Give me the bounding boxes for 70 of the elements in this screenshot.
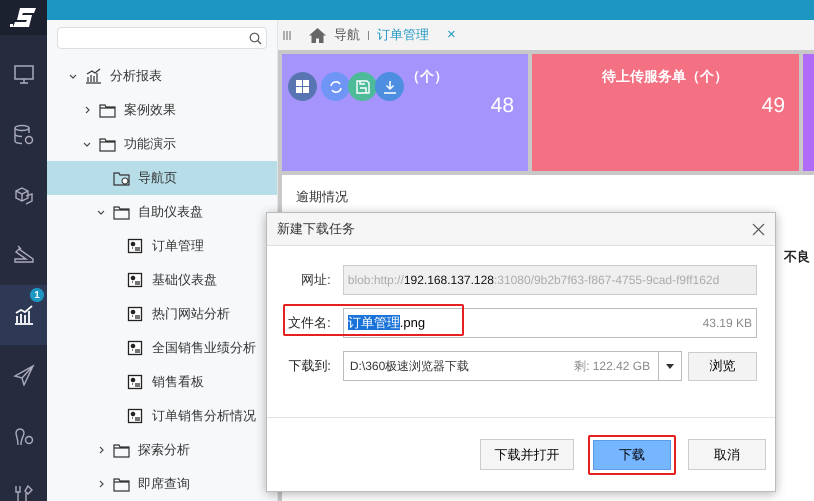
search-field[interactable] xyxy=(57,27,267,49)
folder-icon xyxy=(99,136,116,152)
filename-value: 订单管理.png xyxy=(348,314,426,332)
chevron-right-icon xyxy=(83,106,91,114)
report-icon xyxy=(127,408,144,424)
logo-icon xyxy=(10,6,38,30)
chevron-down-icon xyxy=(97,208,105,216)
folder-icon xyxy=(113,170,130,186)
folder-icon xyxy=(113,204,130,220)
refresh-icon xyxy=(328,80,342,94)
card-value: 49 xyxy=(762,93,785,119)
tree-item[interactable]: 全国销售业绩分析 xyxy=(47,331,277,365)
bar-chart-icon xyxy=(12,304,34,326)
dropdown-icon[interactable] xyxy=(666,364,674,368)
report-icon xyxy=(127,340,144,356)
save-icon xyxy=(356,80,370,94)
tree-item[interactable]: 自助仪表盘 xyxy=(47,195,277,229)
folder-icon xyxy=(113,442,130,458)
tree-item[interactable]: 分析报表 xyxy=(47,59,277,93)
monitor-icon xyxy=(12,64,34,86)
section-title: 逾期情况 xyxy=(296,189,348,204)
grid-icon xyxy=(296,80,309,93)
url-label: 网址: xyxy=(300,271,331,290)
dialog-button[interactable]: 取消 xyxy=(688,439,766,470)
card-value: 48 xyxy=(490,93,514,119)
dialog-button[interactable]: 下载并打开 xyxy=(480,439,574,470)
free-space: 剩: 122.42 GB xyxy=(574,358,652,375)
destination-combo[interactable]: D:\360极速浏览器下载 剩: 122.42 GB xyxy=(342,351,682,381)
filename-field[interactable]: 订单管理.png 43.19 KB xyxy=(342,308,757,338)
tree-item[interactable]: 基础仪表盘 xyxy=(47,263,277,297)
url-field[interactable]: blob:http://192.168.137.128:31080/9b2b7f63-f867-4755-9cad-f9ff162d xyxy=(342,265,757,295)
chevron-down-icon xyxy=(83,140,91,148)
search-icon xyxy=(249,32,262,44)
chevron-right-icon xyxy=(97,480,105,488)
file-size: 43.19 KB xyxy=(702,315,752,332)
menu-icon[interactable] xyxy=(283,30,291,40)
count-badge: 1 xyxy=(30,288,44,302)
card-title: 待上传服务单（个） xyxy=(602,67,728,86)
filename-label: 文件名: xyxy=(287,314,331,332)
tree-item[interactable]: 案例效果 xyxy=(47,93,277,127)
tree-item[interactable]: 销售看板 xyxy=(47,365,277,399)
tree-item[interactable]: 热门网站分析 xyxy=(47,297,277,331)
browse-button[interactable]: 浏览 xyxy=(688,352,757,380)
close-icon[interactable] xyxy=(752,222,765,236)
tree-item[interactable]: 订单销售分析情况 xyxy=(47,399,277,433)
dialog-button[interactable]: 下载 xyxy=(593,440,671,470)
tree-item[interactable]: 导航页 xyxy=(47,161,277,195)
chevron-down-icon xyxy=(69,72,77,80)
report-icon xyxy=(127,374,144,390)
chart-label: 不良 xyxy=(784,248,810,266)
report-icon xyxy=(127,238,144,254)
bar-chart-icon xyxy=(85,68,102,84)
download-icon xyxy=(382,80,396,94)
report-icon xyxy=(127,306,144,322)
card-title: （个） xyxy=(406,67,448,86)
folder-icon xyxy=(99,102,116,118)
tree-item[interactable]: 探索分析 xyxy=(47,433,277,467)
destination-label: 下载到: xyxy=(287,357,331,376)
tools-icon xyxy=(12,484,34,501)
home-icon[interactable] xyxy=(309,28,326,42)
folder-icon xyxy=(113,476,130,492)
destination-path: D:\360极速浏览器下载 xyxy=(348,358,470,375)
breadcrumb-link[interactable]: 导航 xyxy=(334,25,360,45)
chevron-right-icon xyxy=(97,446,105,454)
tree-item[interactable]: 功能演示 xyxy=(47,127,277,161)
tree-item[interactable]: 订单管理 xyxy=(47,229,277,263)
paper-plane-icon xyxy=(12,364,34,386)
report-icon xyxy=(127,272,144,288)
dialog-title: 新建下载任务 xyxy=(277,220,355,238)
tree-item[interactable]: 即席查询 xyxy=(47,467,277,501)
